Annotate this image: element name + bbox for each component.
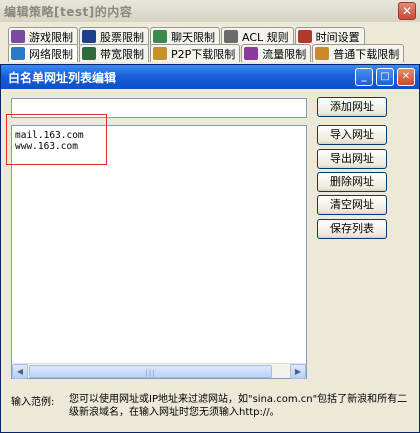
tab-label: P2P下载限制 (171, 47, 236, 61)
tab-network[interactable]: 网络限制 (8, 44, 78, 62)
horizontal-scrollbar[interactable]: ◀ ||| ▶ (12, 363, 306, 379)
save-list-button[interactable]: 保存列表 (317, 219, 387, 239)
stock-icon (82, 30, 96, 43)
parent-window-title: 编辑策略[test]的内容 (4, 5, 133, 19)
tab-row-2: 网络限制 带宽限制 P2P下载限制 流量限制 普通下载限制 (8, 44, 405, 62)
tab-label: 股票限制 (100, 30, 144, 44)
highlight-annotation (6, 114, 107, 165)
import-url-button[interactable]: 导入网址 (317, 125, 387, 145)
tab-label: 游戏限制 (29, 30, 73, 44)
tab-stock[interactable]: 股票限制 (79, 27, 149, 45)
network-icon (11, 47, 25, 60)
scroll-right-icon[interactable]: ▶ (290, 364, 306, 379)
tab-label: 普通下载限制 (333, 47, 400, 61)
p2p-icon (153, 47, 167, 60)
tab-row-1: 游戏限制 股票限制 聊天限制 ACL 规则 时间设置 (8, 27, 366, 45)
traffic-icon (244, 47, 259, 60)
dialog-close-button[interactable]: ✕ (397, 68, 415, 86)
hint-text: 您可以使用网址或IP地址来过滤网站，如"sina.com.cn"包括了新浪和所有… (69, 394, 408, 418)
chat-icon (153, 30, 167, 43)
tab-chat[interactable]: 聊天限制 (150, 27, 220, 45)
export-url-button[interactable]: 导出网址 (317, 149, 387, 169)
parent-title-bar: 编辑策略[test]的内容 ✕ (0, 0, 420, 22)
tab-label: 带宽限制 (100, 47, 144, 61)
tab-game[interactable]: 游戏限制 (8, 27, 78, 45)
maximize-button[interactable]: □ (376, 68, 394, 86)
bandwidth-icon (82, 47, 96, 60)
tab-traffic[interactable]: 流量限制 (241, 44, 312, 62)
scroll-grip-icon: ||| (145, 369, 156, 377)
dialog-title: 白名单网址列表编辑 (8, 71, 117, 85)
tab-label: 流量限制 (262, 47, 307, 61)
dialog-title-bar: 白名单网址列表编辑 _ □ ✕ (1, 65, 419, 89)
add-url-button[interactable]: 添加网址 (317, 97, 387, 117)
tab-bandwidth[interactable]: 带宽限制 (79, 44, 149, 62)
tab-label: 时间设置 (315, 30, 360, 44)
download-icon (315, 47, 330, 60)
tab-clock[interactable]: 时间设置 (294, 27, 365, 45)
tab-download[interactable]: 普通下载限制 (312, 44, 405, 62)
delete-url-button[interactable]: 删除网址 (317, 172, 387, 192)
tab-label: 聊天限制 (171, 30, 215, 44)
clear-url-button[interactable]: 清空网址 (317, 195, 387, 215)
scroll-thumb[interactable]: ||| (29, 365, 272, 378)
acl-icon (224, 30, 238, 43)
parent-close-button[interactable]: ✕ (398, 2, 416, 20)
minimize-button[interactable]: _ (355, 68, 373, 86)
tab-acl[interactable]: ACL 规则 (221, 27, 294, 45)
tab-label: ACL 规则 (242, 30, 289, 44)
tab-label: 网络限制 (29, 47, 73, 61)
game-icon (11, 30, 25, 43)
tab-p2p[interactable]: P2P下载限制 (150, 44, 241, 62)
scroll-left-icon[interactable]: ◀ (12, 364, 28, 379)
clock-icon (297, 30, 312, 43)
hint-label: 输入范例: (11, 397, 55, 408)
